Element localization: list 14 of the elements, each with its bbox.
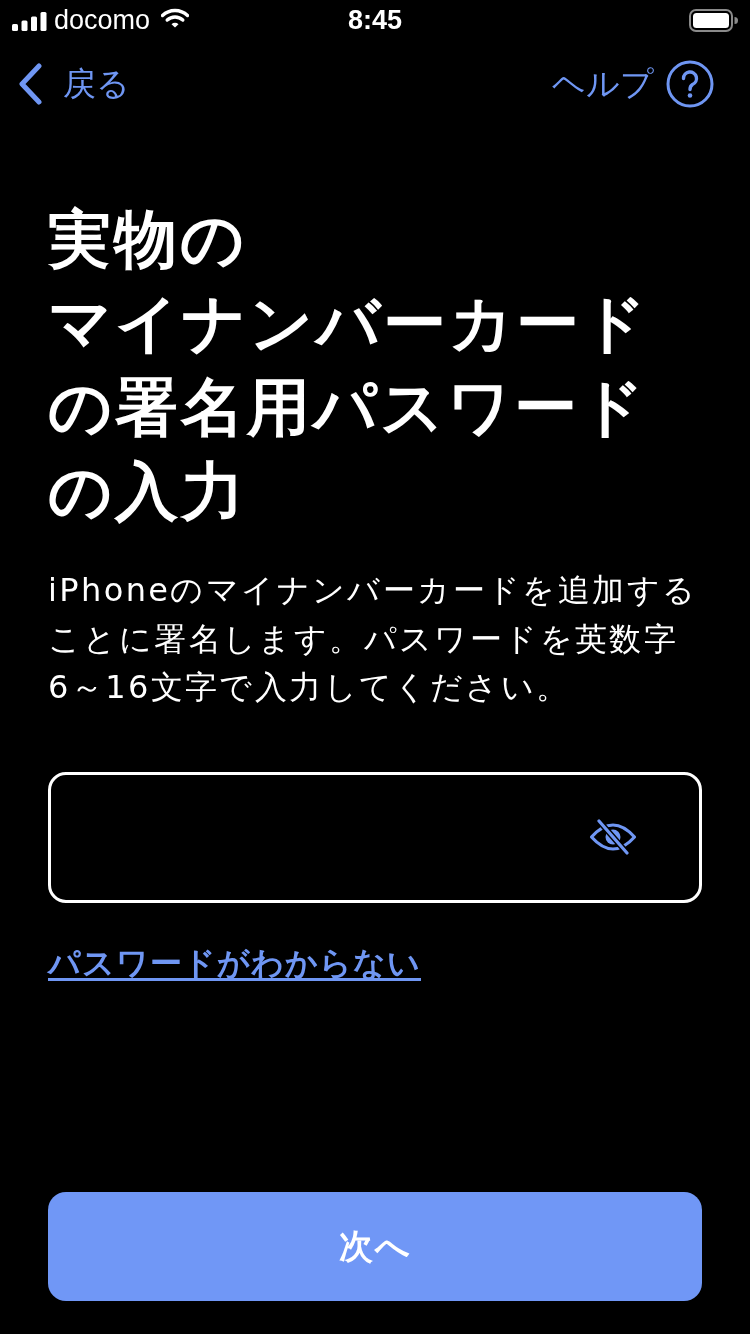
wifi-icon xyxy=(161,8,190,28)
forgot-password-link[interactable]: パスワードがわからない xyxy=(48,943,421,982)
back-button[interactable]: 戻る xyxy=(17,62,130,106)
status-time: 8:45 xyxy=(347,5,402,35)
help-icon xyxy=(666,60,714,108)
description-text: iPhoneのマイナンバーカードを追加する ことに署名します。パスワードを英数字 6～16文字で入力してください。 xyxy=(48,570,699,708)
eye-slash-icon[interactable] xyxy=(589,819,637,855)
chevron-left-icon xyxy=(17,63,43,105)
password-field[interactable] xyxy=(48,771,702,903)
carrier-name: docomo xyxy=(54,5,151,35)
battery-icon xyxy=(689,8,738,32)
help-button[interactable]: ヘルプ xyxy=(552,60,714,108)
page-title: 実物の マイナンバーカード の署名用パスワード の入力 xyxy=(48,202,650,530)
signal-icon xyxy=(12,11,47,31)
